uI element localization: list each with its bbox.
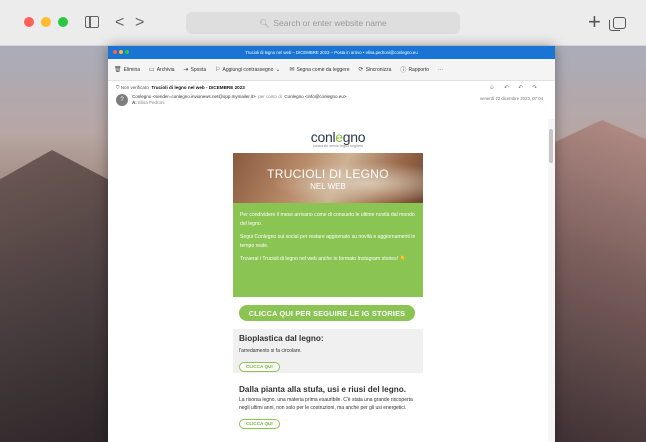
safari-toolbar: < > 🔍︎ Search or enter website name + <box>0 0 646 46</box>
outlook-toolbar: 🗑︎ Elimina ▭ Archivia ⇥ Sposta ⚐ Aggiung… <box>108 59 555 81</box>
report-label: Rapporto <box>408 66 430 73</box>
article-card-bioplastica: Bioplastica dal legno: l'arredamento si … <box>233 329 423 373</box>
message-header: ⛉ Non verificato Trucioli di legno nel w… <box>108 81 555 119</box>
article-1-cta-button[interactable]: CLICCA QUI <box>239 361 280 372</box>
message-scrollbar[interactable] <box>548 119 555 442</box>
outlook-close-button[interactable] <box>113 50 117 54</box>
close-window-button[interactable] <box>24 17 34 27</box>
forward-chevron-icon[interactable]: > <box>135 13 144 33</box>
address-bar[interactable]: 🔍︎ Search or enter website name <box>186 12 460 34</box>
sender-row: ? Conlegno <sender=conlegno.invionews.ne… <box>116 94 346 106</box>
article-1-text: l'arredamento si fa circolare. <box>239 348 302 354</box>
info-icon: ⓘ <box>400 68 407 74</box>
hero-subtitle: NEL WEB <box>310 182 346 191</box>
minimize-window-button[interactable] <box>41 17 51 27</box>
article-1-title: Bioplastica dal legno: <box>239 334 324 343</box>
address-placeholder: Search or enter website name <box>273 18 387 28</box>
avatar-letter: ? <box>120 97 124 103</box>
sender-info: Conlegno <sender=conlegno.invionews.net@… <box>132 94 346 106</box>
intro-paragraph-2: Segui Conlegno sui social per restare ag… <box>240 234 416 249</box>
window-controls <box>24 17 68 27</box>
envelope-icon: ✉ <box>289 67 295 73</box>
unverified-line: ⛉ Non verificato Trucioli di legno nel w… <box>116 85 547 90</box>
outlook-zoom-button[interactable] <box>125 50 129 54</box>
flag-icon: ⚐ <box>215 67 221 73</box>
move-button[interactable]: ⇥ Sposta <box>183 66 207 74</box>
flag-label: Aggiungi contrassegno <box>222 66 274 73</box>
zoom-window-button[interactable] <box>58 17 68 27</box>
conlegno-logo: conlegno consorzio servizi legno sughero <box>298 129 378 148</box>
new-tab-button[interactable]: + <box>588 8 601 36</box>
article-card-pianta-stufa: Dalla pianta alla stufa, usi e riusi del… <box>233 380 423 442</box>
intro-paragraph-3-text: Troverai i Trucioli di legno nel web anc… <box>240 256 399 262</box>
message-body: conlegno consorzio servizi legno sughero… <box>108 119 548 442</box>
intro-paragraph-3: Troverai i Trucioli di legno nel web anc… <box>240 255 416 264</box>
delete-label: Elimina <box>123 66 141 73</box>
report-button[interactable]: ⓘ Rapporto <box>400 65 430 75</box>
recipient-name[interactable]: Elisa Pedroni <box>138 100 165 105</box>
to-label: A: <box>132 100 137 105</box>
intro-paragraph-1: Per condividere il mese arrivano come di… <box>240 212 415 227</box>
archive-button[interactable]: ▭ Archivia <box>149 66 175 74</box>
article-2-cta-button[interactable]: CLICCA QUI <box>239 418 280 429</box>
outlook-message-window: Trucioli di legno nel web – DICEMBRE 202… <box>108 46 555 442</box>
sync-icon: ⟳ <box>358 67 364 73</box>
search-icon: 🔍︎ <box>259 18 270 28</box>
outlook-window-controls <box>113 50 129 54</box>
unverified-badge: Non verificato <box>120 85 149 90</box>
sync-button[interactable]: ⟳ Sincronizza <box>358 66 392 74</box>
article-2-title: Dalla pianta alla stufa, usi e riusi del… <box>239 385 406 394</box>
tab-overview-icon[interactable] <box>609 17 626 31</box>
archive-icon: ▭ <box>149 67 155 73</box>
avatar: ? <box>116 94 128 106</box>
move-label: Sposta <box>190 66 207 73</box>
hero-title: TRUCIOLI DI LEGNO <box>267 167 389 181</box>
logo-text-start: conl <box>310 129 336 145</box>
reply-actions-icons[interactable]: ☺ ↶ ↶ ↷ <box>489 85 541 91</box>
mark-unread-button[interactable]: ✉ Segna come da leggere <box>289 66 350 74</box>
logo-text-end: gno <box>342 129 366 145</box>
more-actions-button[interactable]: ··· <box>438 67 443 73</box>
ig-stories-button[interactable]: CLICCA QUI PER SEGUIRE LE IG STORIES <box>239 305 415 321</box>
archive-label: Archivia <box>156 66 175 73</box>
sender-address[interactable]: Conlegno <sender=conlegno.invionews.net@… <box>132 94 256 99</box>
chevron-down-icon[interactable]: ⌄ <box>275 66 280 73</box>
pointing-down-icon: 👇 <box>399 256 406 262</box>
on-behalf-label: per conto di <box>258 94 282 99</box>
flag-button[interactable]: ⚐ Aggiungi contrassegno ⌄ <box>215 66 280 74</box>
scrollbar-thumb[interactable] <box>549 129 553 163</box>
logo-text-accent: e <box>335 129 343 145</box>
sender-alias[interactable]: Conlegno <info@conlegno.eu> <box>284 94 346 99</box>
sync-label: Sincronizza <box>365 66 392 73</box>
message-actions[interactable]: ☺ ↶ ↶ ↷ <box>489 85 541 91</box>
outlook-minimize-button[interactable] <box>119 50 123 54</box>
outlook-title-bar: Trucioli di legno nel web – DICEMBRE 202… <box>108 46 555 59</box>
sidebar-toggle-icon[interactable] <box>85 16 99 28</box>
move-icon: ⇥ <box>183 67 189 73</box>
trash-icon: 🗑︎ <box>114 67 122 73</box>
message-subject: Trucioli di legno nel web - DICEMBRE 202… <box>151 85 245 90</box>
back-chevron-icon[interactable]: < <box>115 13 124 33</box>
delete-button[interactable]: 🗑︎ Elimina <box>114 66 141 74</box>
hero-banner: TRUCIOLI DI LEGNO NEL WEB <box>233 153 423 203</box>
intro-box: Per condividere il mese arrivano come di… <box>233 203 423 297</box>
outlook-window-title: Trucioli di legno nel web – DICEMBRE 202… <box>245 50 418 55</box>
more-actions-label: ··· <box>438 66 444 73</box>
article-2-text: La risorsa legno, una materia prima esau… <box>239 397 413 411</box>
message-date: venerdì 22 dicembre 2023, 07:04 <box>479 96 543 101</box>
mark-unread-label: Segna come da leggere <box>296 66 350 73</box>
shield-icon: ⛉ <box>116 85 120 90</box>
